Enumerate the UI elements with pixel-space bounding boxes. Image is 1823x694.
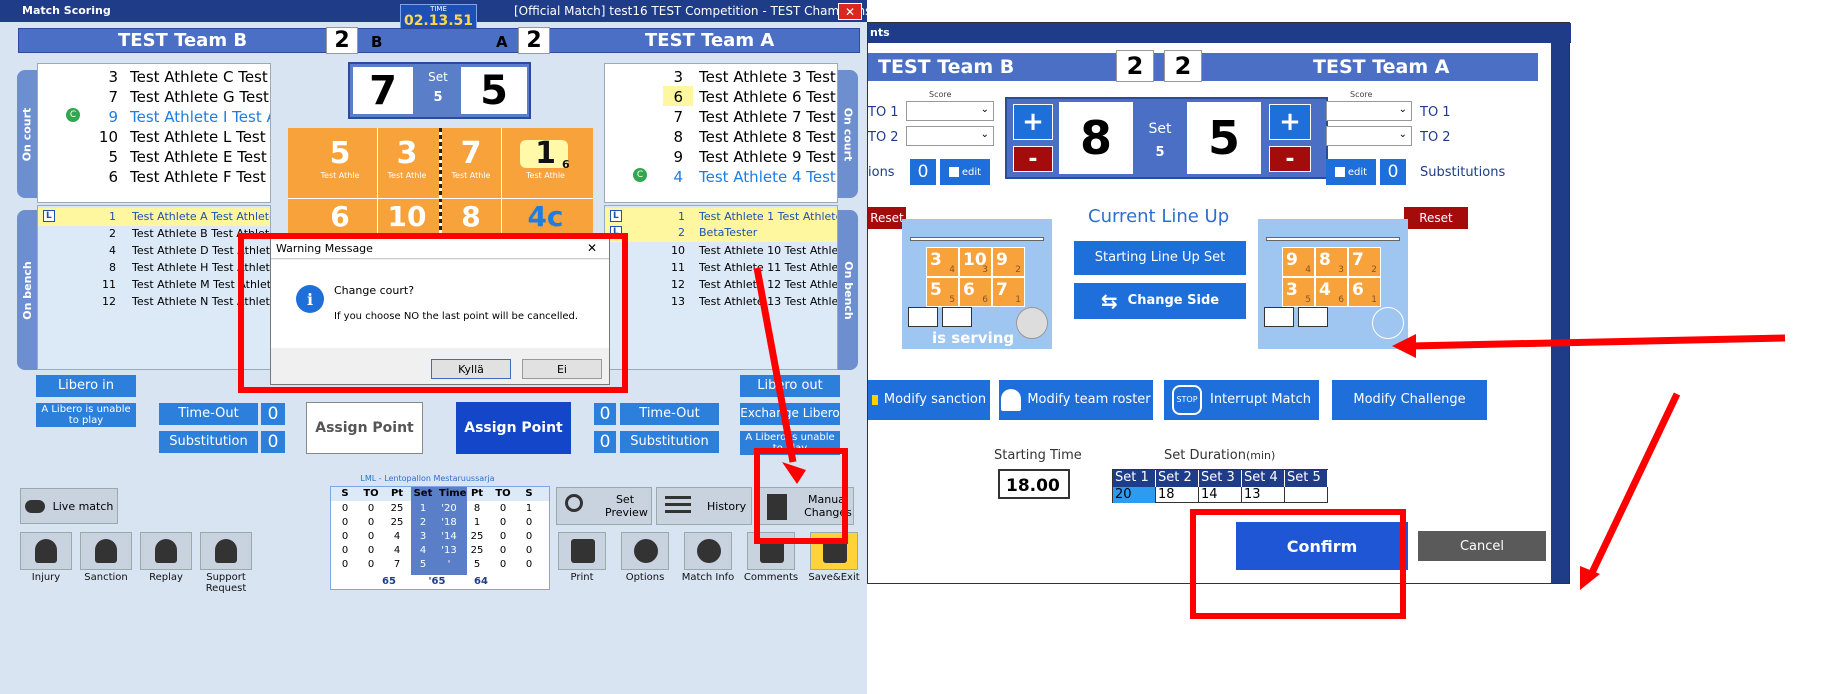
annotation-arrows [753,267,1786,590]
